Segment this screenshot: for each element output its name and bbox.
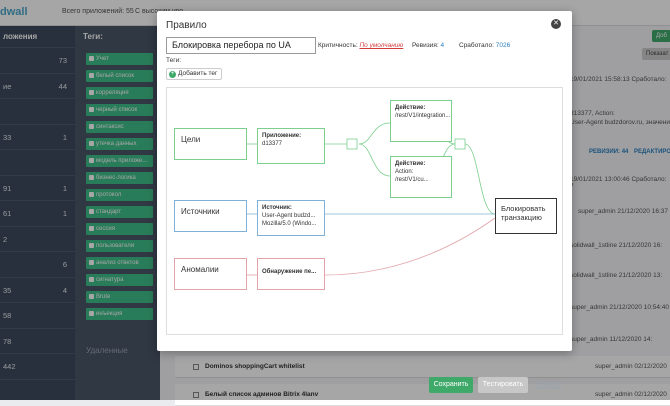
rule-graph-canvas: Цели Приложение: d13377 Действие: /rest/V1… — [166, 87, 563, 335]
criticality: Критичность: По умолчанию — [318, 42, 403, 49]
cancel-link[interactable]: Отмена — [536, 381, 561, 388]
app-title: Приложение: — [262, 133, 302, 139]
result-label: Блокировать транзакцию — [501, 204, 546, 222]
edge — [324, 217, 496, 276]
plus-icon: + — [169, 71, 176, 78]
triggered-value[interactable]: 7026 — [496, 42, 510, 49]
rule-name-input[interactable]: Блокировка перебора по UA — [166, 37, 316, 54]
block-transaction-node[interactable]: Блокировать транзакцию — [495, 198, 557, 234]
anomaly-detect-node[interactable]: Обнаружение пе... — [257, 258, 325, 290]
criticality-label: Критичность: — [318, 42, 358, 49]
edge — [358, 122, 391, 145]
sources-label: Источники — [181, 207, 220, 216]
app-node[interactable]: Приложение: d13377 — [257, 128, 325, 164]
sources-node[interactable]: Источники — [174, 200, 247, 232]
action-node-1[interactable]: Действие: /rest/V1/integration... — [390, 100, 452, 142]
rule-modal: Правило ✕ Блокировка перебора по UA Крит… — [157, 11, 572, 351]
revision: Ревизия: 4 — [412, 42, 444, 49]
action-title: Действие: — [395, 105, 426, 111]
action-value: /rest/V1/integration... — [395, 113, 451, 119]
tags-label: Теги: — [166, 57, 182, 64]
action-title: Действие: — [395, 161, 426, 167]
source-title: Источник: — [262, 205, 292, 211]
close-icon[interactable]: ✕ — [551, 19, 561, 29]
add-tag-label: Добавить тег — [178, 70, 218, 77]
test-button: Тестировать — [478, 377, 528, 393]
anomaly-title: Обнаружение пе... — [262, 269, 317, 275]
add-tag-button[interactable]: + Добавить тег — [166, 68, 223, 80]
app-window: dwall Всего приложений: 55 С высоким уро… — [0, 0, 670, 406]
goals-label: Цели — [181, 135, 201, 144]
edge — [464, 143, 496, 215]
revision-value[interactable]: 4 — [441, 42, 445, 49]
action-node-2[interactable]: Действие: Action: /rest/V1/cu... — [390, 156, 452, 198]
source-value: User-Agent budzd... — [262, 213, 316, 219]
goals-node[interactable]: Цели — [174, 128, 247, 160]
anomalies-node[interactable]: Аномалии — [174, 258, 247, 290]
modal-title: Правило — [166, 20, 207, 31]
criticality-value[interactable]: По умолчанию — [359, 42, 403, 49]
join-node[interactable] — [346, 138, 358, 150]
join-node[interactable] — [454, 138, 466, 150]
edge — [358, 143, 391, 177]
triggered: Сработало: 7026 — [459, 42, 510, 49]
action-value: Action: /rest/V1/cu... — [395, 169, 429, 183]
triggered-label: Сработало: — [459, 42, 494, 49]
save-button[interactable]: Сохранить — [429, 377, 473, 393]
source-value: Mozilla/5.0 (Windo... — [262, 221, 317, 227]
anomalies-label: Аномалии — [181, 265, 219, 274]
source-node[interactable]: Источник: User-Agent budzd... Mozilla/5.0 … — [257, 200, 325, 236]
app-value: d13377 — [262, 141, 283, 147]
revision-label: Ревизия: — [412, 42, 439, 49]
